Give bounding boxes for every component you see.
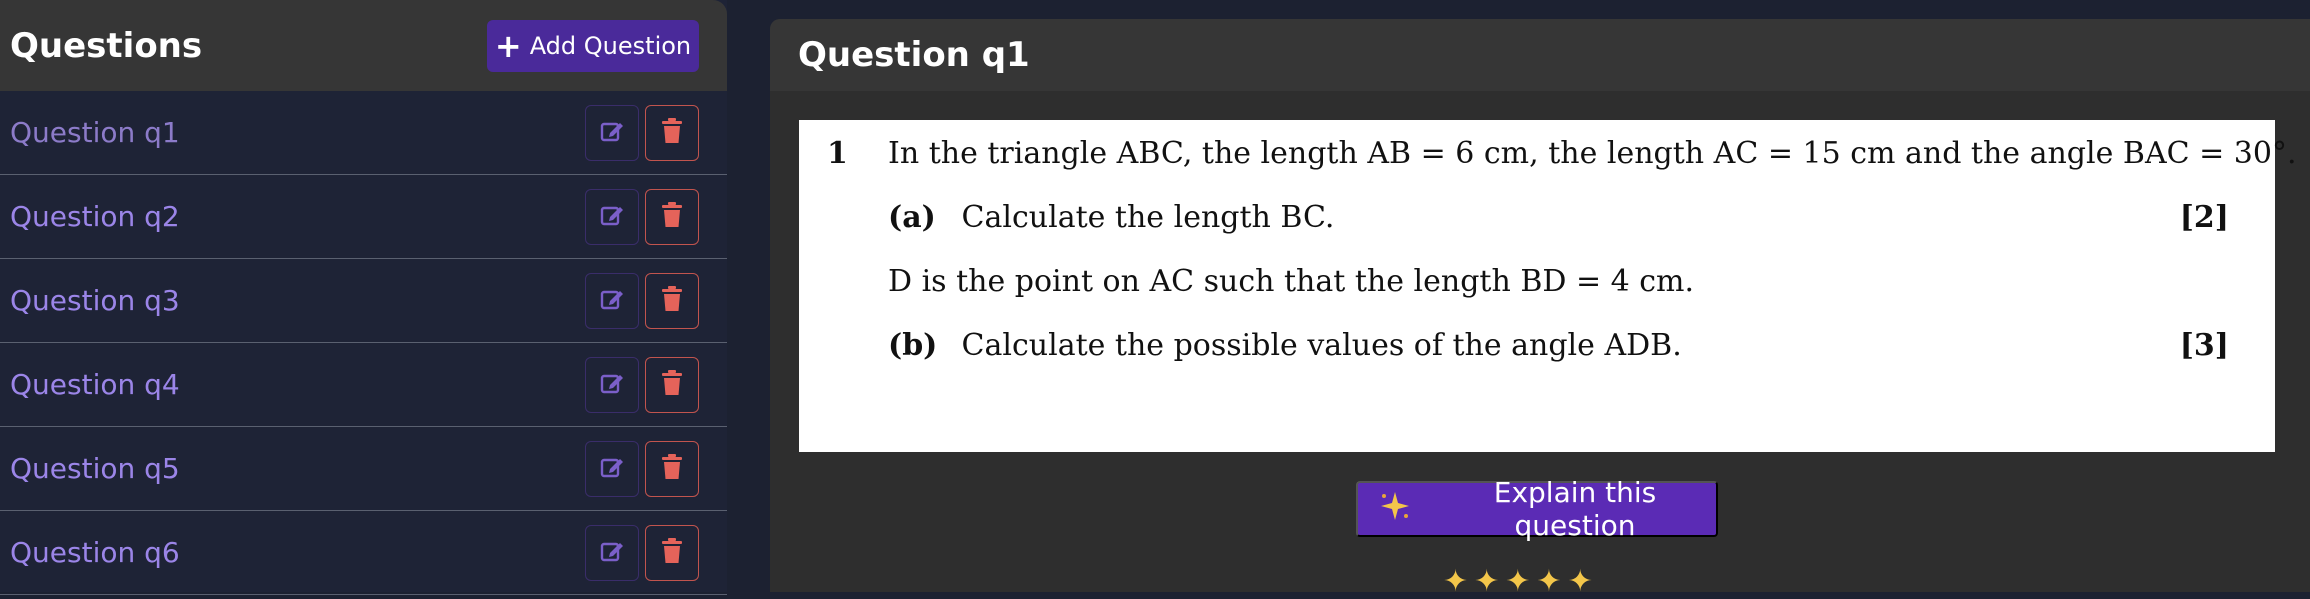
edit-icon [599,286,625,316]
explain-question-label: Explain this question [1493,476,1657,542]
question-list-item[interactable]: Question q3 [0,259,727,343]
part-b: (b) Calculate the possible values of the… [888,328,1682,363]
question-actions [585,524,699,581]
question-actions [585,440,699,497]
edit-icon [599,202,625,232]
edit-question-button[interactable] [585,188,639,245]
part-a-text: Calculate the length BC. [961,200,1335,235]
loading-stars: ✦ ✦ ✦ ✦ ✦ [1443,567,1593,597]
trash-icon [660,285,684,317]
question-stem: In the triangle ABC, the length AB = 6 c… [888,136,2297,171]
delete-question-button[interactable] [645,524,699,581]
delete-question-button[interactable] [645,104,699,161]
edit-question-button[interactable] [585,104,639,161]
question-list-item-label[interactable]: Question q2 [10,200,180,233]
detail-header: Question q1 [770,19,2310,91]
sparkle-star-icon: ✦ [1505,564,1531,599]
question-list-item-label[interactable]: Question q6 [10,536,180,569]
question-list-item[interactable]: Question q2 [0,175,727,259]
delete-question-button[interactable] [645,356,699,413]
question-detail-panel: Question q1 1 In the triangle ABC, the l… [770,19,2310,597]
trash-icon [660,537,684,569]
question-list-item[interactable]: Question q6 [0,511,727,595]
edit-icon [599,538,625,568]
question-list: Question q1 Question q2 Question q3 Ques… [0,91,727,595]
plus-icon: + [494,26,522,65]
question-actions [585,104,699,161]
question-actions [585,188,699,245]
question-list-item-label[interactable]: Question q3 [10,284,180,317]
question-list-item[interactable]: Question q4 [0,343,727,427]
trash-icon [660,369,684,401]
question-number: 1 [827,136,848,171]
sparkle-star-icon: ✦ [1567,564,1593,599]
question-list-item[interactable]: Question q5 [0,427,727,511]
edit-icon [599,454,625,484]
question-list-item-label[interactable]: Question q4 [10,368,180,401]
edit-question-button[interactable] [585,356,639,413]
part-b-label: (b) [888,328,938,363]
add-question-button[interactable]: + Add Question [487,19,699,72]
question-actions [585,356,699,413]
trash-icon [660,117,684,149]
trash-icon [660,453,684,485]
explain-question-button[interactable]: Explain this question [1356,476,1718,542]
part-b-marks: [3] [2179,328,2229,363]
sparkle-star-icon: ✦ [1474,564,1500,599]
question-list-item-label[interactable]: Question q5 [10,452,180,485]
part-a-marks: [2] [2179,200,2229,235]
sparkle-star-icon: ✦ [1443,564,1469,599]
question-list-item[interactable]: Question q1 [0,91,727,175]
edit-question-button[interactable] [585,440,639,497]
edit-icon [599,370,625,400]
trash-icon [660,201,684,233]
part-a: (a) Calculate the length BC. [888,200,1334,235]
question-list-item-label[interactable]: Question q1 [10,116,180,149]
edit-question-button[interactable] [585,524,639,581]
delete-question-button[interactable] [645,272,699,329]
part-b-text: Calculate the possible values of the ang… [961,328,1682,363]
sparkle-star-icon: ✦ [1536,564,1562,599]
delete-question-button[interactable] [645,440,699,497]
delete-question-button[interactable] [645,188,699,245]
edit-question-button[interactable] [585,272,639,329]
sidebar-header: Questions + Add Question [0,0,727,91]
page-title: Question q1 [798,35,1030,75]
add-question-label: Add Question [529,31,692,60]
questions-sidebar: Questions + Add Question Question q1 Que… [0,0,727,595]
question-card: 1 In the triangle ABC, the length AB = 6… [799,120,2296,452]
edit-icon [599,118,625,148]
part-a-label: (a) [888,200,936,235]
question-context: D is the point on AC such that the lengt… [888,264,1695,299]
sparkle-icon [1378,489,1412,530]
sidebar-title: Questions [10,25,203,66]
question-actions [585,272,699,329]
